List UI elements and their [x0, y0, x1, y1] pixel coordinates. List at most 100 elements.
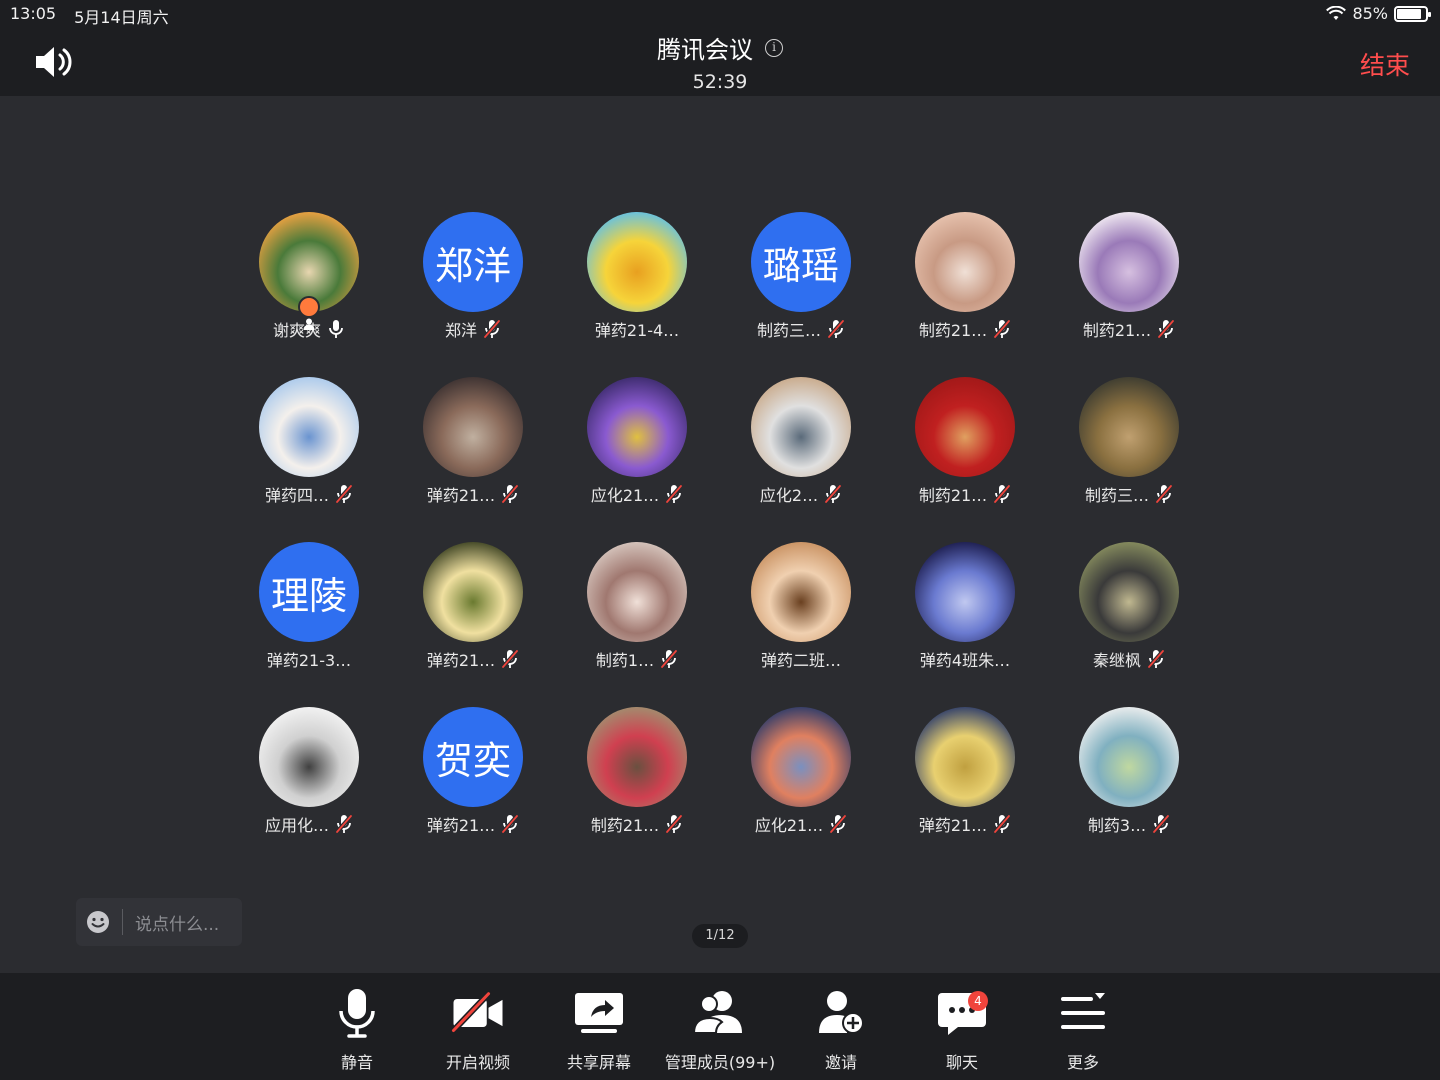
manage-members-button[interactable]: 管理成员(99+)	[660, 987, 780, 1073]
participant-tile[interactable]: 弹药4班朱…	[883, 542, 1047, 707]
participant-tile[interactable]: 弹药21…	[391, 377, 555, 542]
participant-avatar	[423, 542, 523, 642]
participant-name-row: 应用化…	[265, 813, 353, 835]
emoji-icon[interactable]	[86, 910, 110, 934]
avatar-image	[915, 542, 1015, 642]
participant-name: 应用化…	[264, 816, 329, 835]
participant-name-row: 弹药二班…	[761, 648, 841, 670]
participant-name: 制药21…	[1082, 321, 1152, 340]
participant-avatar-initials: 璐瑶	[751, 212, 851, 312]
participant-avatar	[259, 377, 359, 477]
participant-tile[interactable]: 谢爽爽	[227, 212, 391, 377]
participant-avatar	[259, 707, 359, 807]
start-video-button[interactable]: 开启视频	[418, 987, 538, 1073]
participant-avatar-initials: 郑洋	[423, 212, 523, 312]
microphone-muted-icon	[1157, 319, 1175, 339]
microphone-muted-icon	[501, 649, 519, 669]
participant-avatar	[423, 377, 523, 477]
participant-name: 制药3…	[1087, 816, 1147, 835]
microphone-muted-icon	[993, 484, 1011, 504]
participant-tile[interactable]: 制药3…	[1047, 707, 1211, 872]
page-indicator: 1/12	[692, 924, 748, 948]
participant-name: 制药三…	[1084, 486, 1149, 505]
participant-name: 制药21…	[590, 816, 660, 835]
participant-name-row: 制药三…	[1085, 483, 1173, 505]
participant-name-row: 弹药4班朱…	[920, 648, 1010, 670]
avatar-image	[587, 542, 687, 642]
microphone-muted-icon	[824, 484, 842, 504]
participant-tile[interactable]: 制药21…	[883, 377, 1047, 542]
participant-name-row: 制药1…	[596, 648, 678, 670]
avatar-image	[423, 377, 523, 477]
mute-button[interactable]: 静音	[297, 987, 417, 1073]
end-meeting-button[interactable]: 结束	[1360, 46, 1410, 82]
invite-button[interactable]: 邀请	[781, 987, 901, 1073]
participant-tile[interactable]: 制药三…	[1047, 377, 1211, 542]
participant-name-row: 弹药21…	[427, 813, 519, 835]
avatar-image	[1079, 212, 1179, 312]
participant-name: 应化2…	[759, 486, 819, 505]
participant-name-row: 弹药四…	[265, 483, 353, 505]
participant-tile[interactable]: 应用化…	[227, 707, 391, 872]
participant-tile[interactable]: 应化21…	[719, 707, 883, 872]
participant-name-row: 应化2…	[760, 483, 842, 505]
status-time: 13:05	[10, 4, 57, 23]
video-off-icon	[451, 991, 503, 1033]
meeting-timer: 52:39	[692, 71, 748, 93]
share-screen-button[interactable]: 共享屏幕	[539, 987, 659, 1073]
participant-name: 秦继枫	[1092, 651, 1141, 670]
microphone-muted-icon	[665, 484, 683, 504]
chat-button[interactable]: 4 聊天	[902, 987, 1022, 1073]
more-label: 更多	[1066, 1053, 1099, 1072]
avatar-image	[751, 377, 851, 477]
participant-name-row: 弹药21…	[919, 813, 1011, 835]
participant-tile[interactable]: 弹药21…	[391, 542, 555, 707]
participant-name-row: 弹药21…	[427, 483, 519, 505]
participant-avatar	[587, 707, 687, 807]
chat-input[interactable]: 说点什么...	[76, 898, 242, 946]
participant-tile[interactable]: 秦继枫	[1047, 542, 1211, 707]
participant-name-row: 制药21…	[591, 813, 683, 835]
meeting-title: 腾讯会议	[657, 36, 753, 64]
participant-tile[interactable]: 制药21…	[1047, 212, 1211, 377]
microphone-muted-icon	[501, 814, 519, 834]
microphone-muted-icon	[501, 484, 519, 504]
more-button[interactable]: 更多	[1023, 987, 1143, 1073]
participant-tile[interactable]: 贺奕 弹药21…	[391, 707, 555, 872]
avatar-image	[587, 707, 687, 807]
participant-tile[interactable]: 制药21…	[883, 212, 1047, 377]
invite-icon	[819, 991, 864, 1034]
video-label: 开启视频	[445, 1053, 510, 1072]
participant-tile[interactable]: 制药1…	[555, 542, 719, 707]
participant-grid: 谢爽爽 郑洋 郑洋 弹药21-4… 璐瑶 制药三… 制药21… 制药21… 弹药四… 弹药21… 应…	[227, 212, 1211, 872]
avatar-image	[259, 377, 359, 477]
avatar-image	[1079, 707, 1179, 807]
participant-name-row: 应化21…	[755, 813, 847, 835]
participant-name: 制药三…	[756, 321, 821, 340]
participant-name-row: 弹药21…	[427, 648, 519, 670]
share-screen-icon	[575, 993, 623, 1033]
participant-tile[interactable]: 弹药21…	[883, 707, 1047, 872]
participant-tile[interactable]: 弹药21-4…	[555, 212, 719, 377]
participant-tile[interactable]: 郑洋 郑洋	[391, 212, 555, 377]
participant-tile[interactable]: 璐瑶制药三…	[719, 212, 883, 377]
participant-tile[interactable]: 弹药二班…	[719, 542, 883, 707]
chat-placeholder: 说点什么...	[135, 914, 220, 935]
participant-name: 应化21…	[590, 486, 660, 505]
microphone-muted-icon	[829, 814, 847, 834]
participant-tile[interactable]: 应化2…	[719, 377, 883, 542]
meeting-header: 腾讯会议 i 52:39 结束	[0, 26, 1440, 96]
participant-tile[interactable]: 应化21…	[555, 377, 719, 542]
info-icon[interactable]: i	[765, 38, 783, 57]
participant-avatar	[751, 377, 851, 477]
participant-tile[interactable]: 理陵 弹药21-3…	[227, 542, 391, 707]
share-label: 共享屏幕	[566, 1053, 631, 1072]
participant-tile[interactable]: 制药21…	[555, 707, 719, 872]
participant-avatar	[1079, 542, 1179, 642]
participant-name-row: 制药三…	[757, 318, 845, 340]
participant-name-row: 制药21…	[919, 318, 1011, 340]
avatar-image	[751, 707, 851, 807]
members-label: 管理成员(99+)	[664, 1053, 776, 1072]
participant-tile[interactable]: 弹药四…	[227, 377, 391, 542]
participant-name: 弹药21…	[426, 486, 496, 505]
